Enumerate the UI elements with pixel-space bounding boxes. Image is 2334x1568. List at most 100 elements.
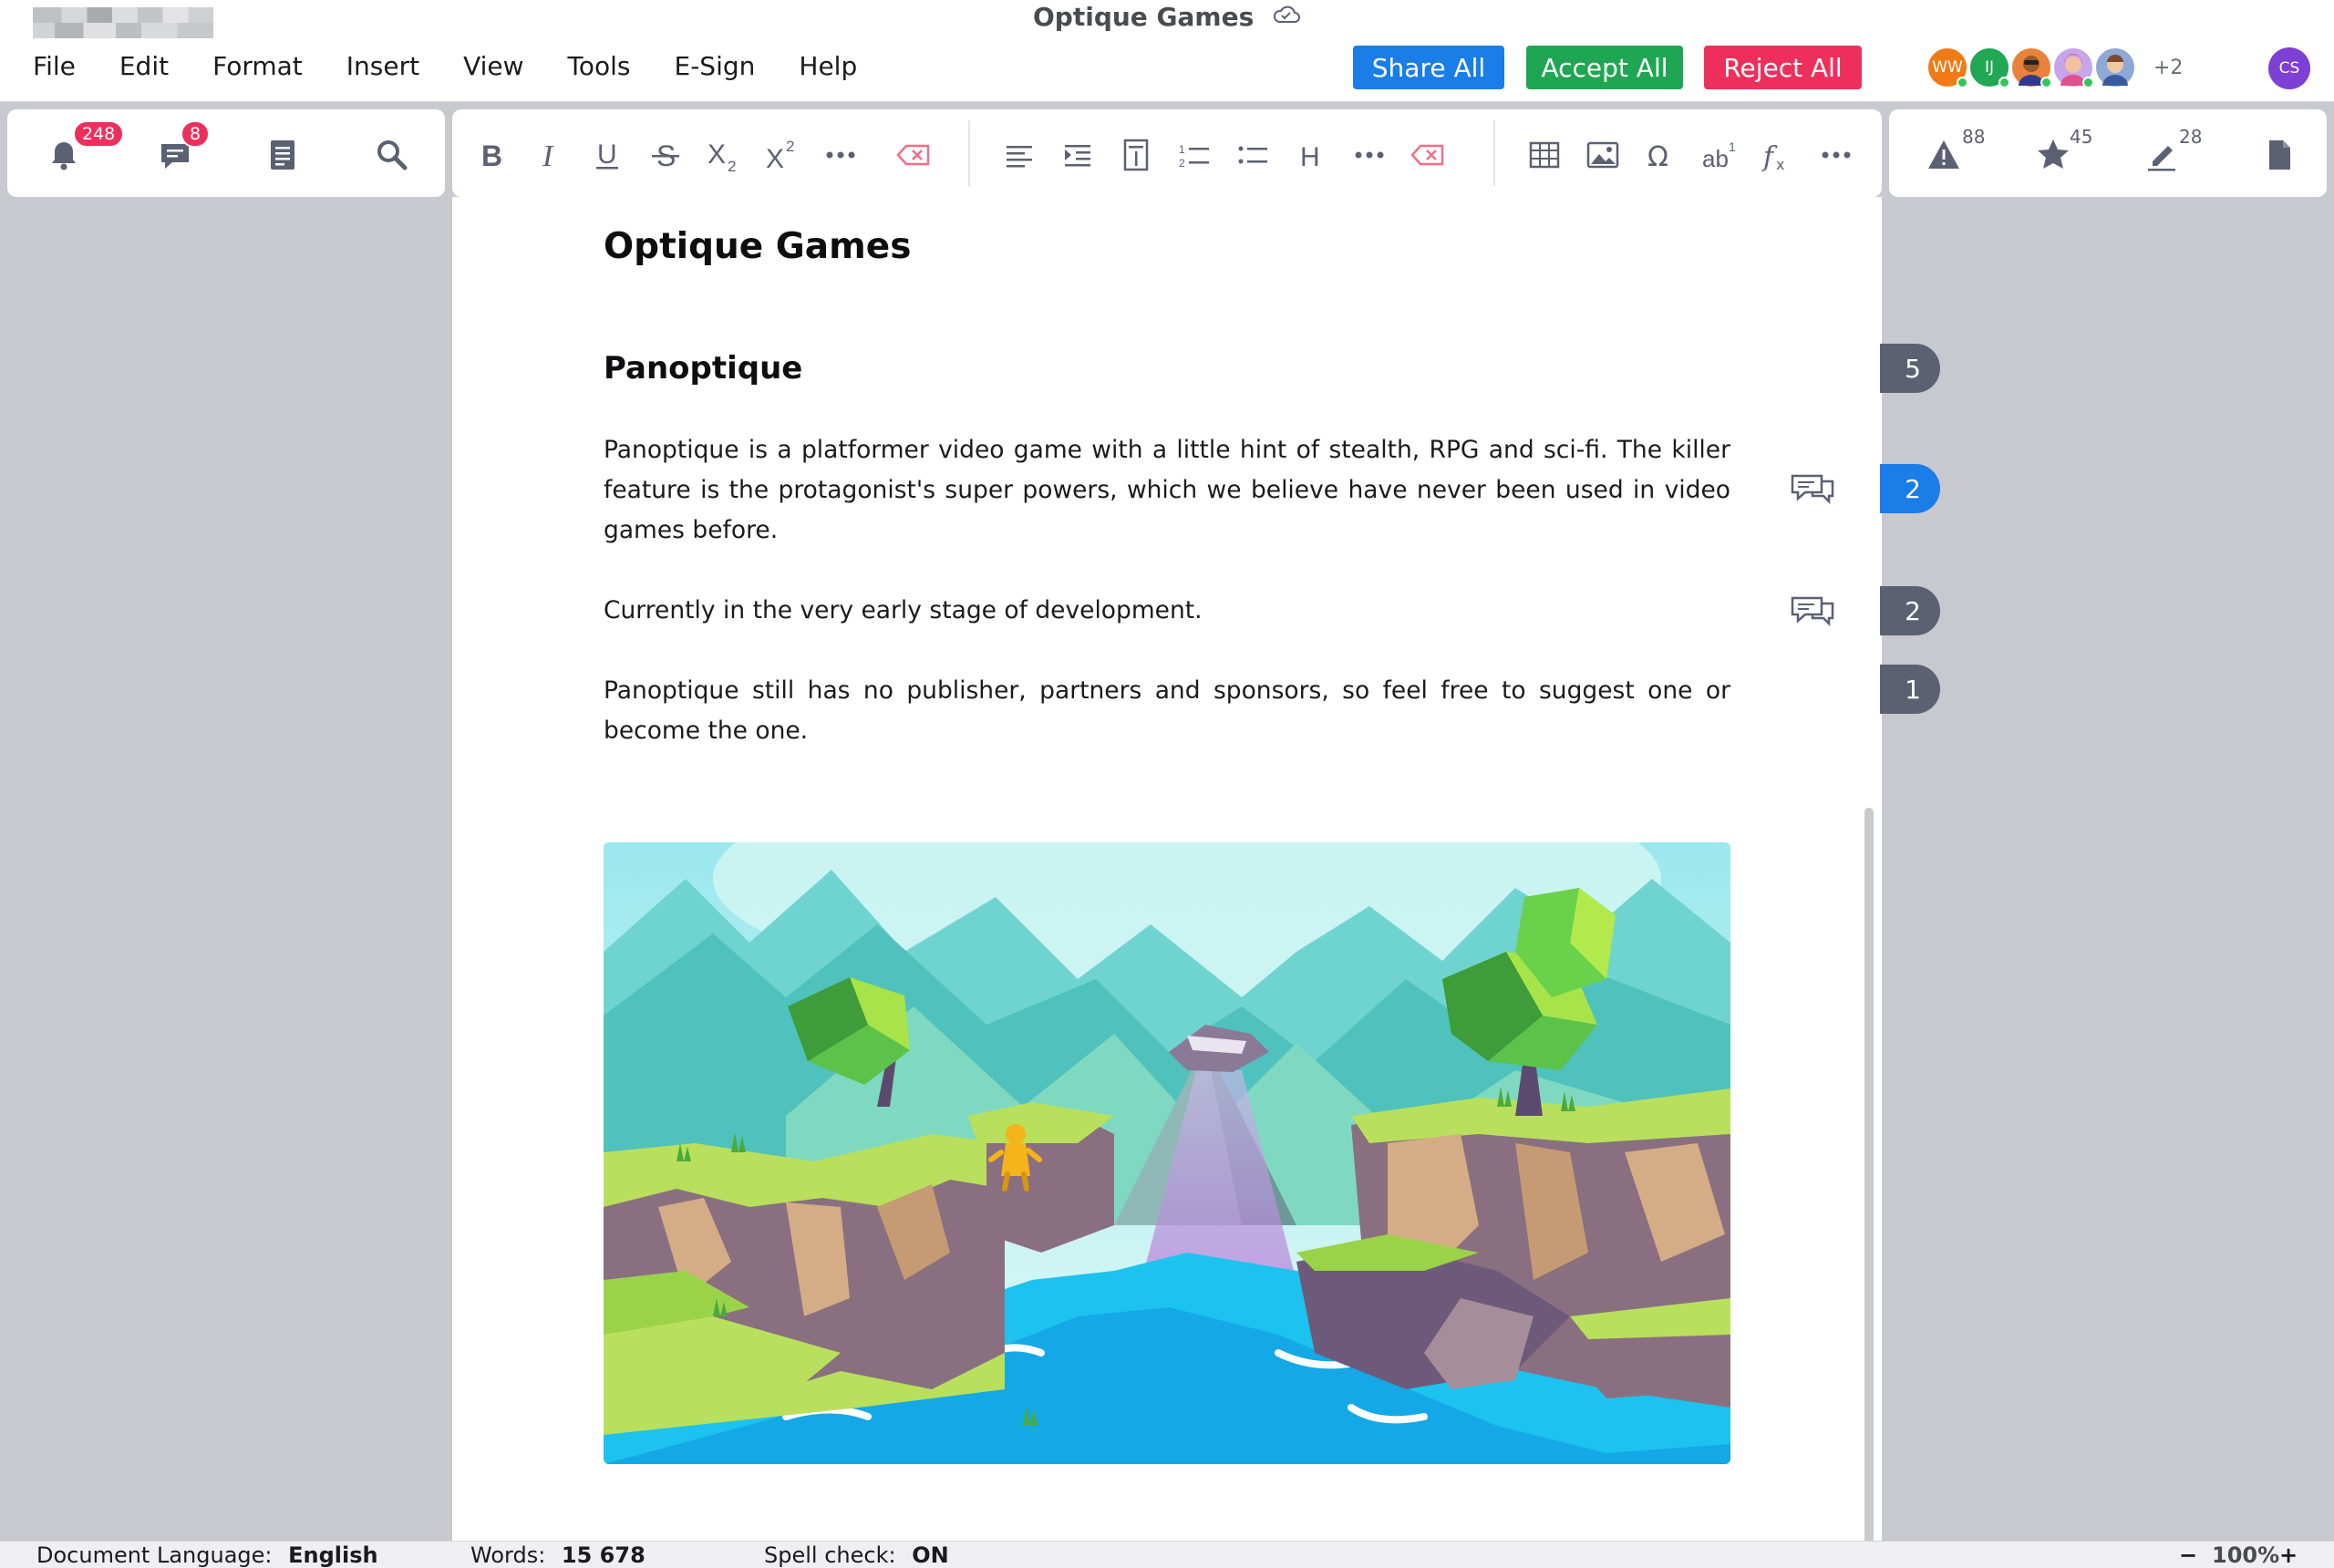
warnings-button[interactable] — [1924, 135, 1964, 175]
word-count: Words: 15 678 — [470, 1542, 645, 1568]
superscript-button[interactable]: X2 — [762, 135, 802, 175]
svg-text:B: B — [481, 139, 502, 172]
toolbar-divider — [968, 120, 970, 186]
words-value: 15 678 — [561, 1542, 645, 1568]
window-title[interactable]: Optique Games — [1033, 2, 1254, 32]
zoom-in-button[interactable]: + — [2279, 1542, 2298, 1568]
numbered-list-icon: 12 — [1179, 143, 1209, 170]
avatar[interactable] — [2093, 46, 2137, 89]
italic-icon: I — [542, 139, 554, 173]
words-label: Words: — [470, 1542, 546, 1568]
svg-text:2: 2 — [1179, 157, 1185, 170]
more-collaborators[interactable]: +2 — [2153, 57, 2183, 79]
image-icon — [1586, 141, 1619, 169]
bold-button[interactable]: B — [470, 135, 511, 175]
document-info-button[interactable] — [2259, 135, 2299, 175]
comment-count-marker[interactable]: 5 — [1880, 344, 1940, 393]
numbered-list-button[interactable]: 12 — [1174, 135, 1214, 175]
search-button[interactable] — [372, 135, 412, 175]
avatar[interactable]: WW — [1926, 46, 1969, 89]
svg-text:2: 2 — [728, 158, 736, 173]
menu-insert[interactable]: Insert — [346, 51, 419, 81]
avatar[interactable]: IJ — [1967, 46, 2011, 89]
comment-count-marker[interactable]: 1 — [1880, 665, 1940, 714]
more-horizontal-icon — [826, 151, 855, 159]
comment-count-marker[interactable]: 2 — [1880, 464, 1940, 513]
paragraph[interactable]: Currently in the very early stage of dev… — [604, 591, 1730, 631]
insert-footnote-button[interactable]: ab 1 — [1699, 135, 1740, 175]
menu-esign[interactable]: E-Sign — [675, 51, 756, 81]
subscript-button[interactable]: X2 — [704, 135, 744, 175]
menu-view[interactable]: View — [463, 51, 523, 81]
document-language[interactable]: Document Language: English — [36, 1542, 378, 1568]
clear-format-button[interactable] — [893, 135, 934, 175]
section-heading[interactable]: Panoptique — [604, 350, 802, 387]
track-changes-button[interactable] — [2143, 135, 2183, 175]
svg-text:Ω: Ω — [1647, 141, 1668, 173]
comment-count-marker[interactable]: 2 — [1880, 586, 1940, 635]
paragraph-style-button[interactable] — [1116, 135, 1156, 175]
clear-format-icon — [1410, 144, 1444, 166]
reject-all-button[interactable]: Reject All — [1704, 46, 1862, 89]
vertical-scrollbar[interactable] — [1864, 808, 1874, 1568]
online-indicator — [1998, 77, 2010, 88]
more-insert-options-button[interactable] — [1816, 135, 1856, 175]
spell-value: ON — [912, 1542, 949, 1568]
menu-file[interactable]: File — [33, 51, 76, 81]
italic-button[interactable]: I — [529, 135, 569, 175]
bold-icon: B — [481, 139, 502, 172]
footnote-icon: ab 1 — [1702, 139, 1736, 172]
superscript-icon: X2 — [766, 138, 794, 173]
underline-icon: U — [596, 139, 618, 170]
favorites-button[interactable] — [2033, 135, 2073, 175]
align-left-button[interactable] — [999, 135, 1039, 175]
document-outline-button[interactable] — [263, 135, 303, 175]
comment-thread-button[interactable] — [1789, 470, 1836, 507]
more-text-options-button[interactable] — [821, 135, 861, 175]
document-page[interactable]: Optique Games Panoptique Panoptique is a… — [452, 197, 1882, 1568]
language-label: Document Language: — [36, 1542, 273, 1568]
underline-button[interactable]: U — [587, 135, 627, 175]
insert-formula-button[interactable]: fx — [1758, 135, 1798, 175]
menu-help[interactable]: Help — [799, 51, 857, 81]
left-tool-panel: 248 8 — [7, 109, 445, 197]
avatar[interactable] — [2051, 46, 2095, 89]
more-paragraph-options-button[interactable] — [1349, 135, 1389, 175]
heading-icon: H — [1300, 142, 1320, 172]
insert-image-button[interactable] — [1583, 135, 1623, 175]
top-bar: Optique Games File Edit Format Insert Vi… — [0, 0, 2334, 102]
formula-icon: fx — [1761, 141, 1784, 173]
paragraph[interactable]: Panoptique still has no publisher, partn… — [604, 671, 1730, 751]
game-illustration[interactable] — [604, 842, 1730, 1464]
edits-count: 28 — [2179, 126, 2203, 148]
strikethrough-button[interactable]: S — [645, 135, 686, 175]
paragraph[interactable]: Panoptique is a platformer video game wi… — [604, 430, 1730, 551]
more-horizontal-icon — [1355, 151, 1384, 159]
spell-label: Spell check: — [764, 1542, 896, 1568]
zoom-out-button[interactable]: − — [2179, 1542, 2197, 1568]
clear-format-icon — [896, 144, 930, 166]
clear-paragraph-format-button[interactable] — [1408, 135, 1448, 175]
share-all-button[interactable]: Share All — [1353, 46, 1504, 89]
accept-all-button[interactable]: Accept All — [1526, 46, 1683, 89]
document-heading[interactable]: Optique Games — [604, 226, 911, 267]
menu-tools[interactable]: Tools — [568, 51, 631, 81]
menu-format[interactable]: Format — [212, 51, 303, 81]
insert-table-button[interactable] — [1524, 135, 1565, 175]
comment-thread-button[interactable] — [1789, 593, 1836, 629]
svg-text:2: 2 — [786, 138, 794, 155]
avatar[interactable] — [2009, 46, 2053, 89]
current-user-avatar[interactable]: CS — [2268, 47, 2310, 89]
spell-check[interactable]: Spell check: ON — [764, 1542, 949, 1568]
align-left-icon — [1007, 146, 1032, 168]
stars-count: 45 — [2070, 126, 2093, 148]
menu-edit[interactable]: Edit — [119, 51, 169, 81]
subscript-icon: X2 — [707, 139, 736, 173]
heading-button[interactable]: H — [1291, 135, 1331, 175]
zoom-level[interactable]: 100% — [2212, 1542, 2279, 1568]
comments-icon — [1791, 596, 1834, 627]
insert-symbol-button[interactable]: Ω — [1641, 135, 1681, 175]
bullet-list-button[interactable] — [1233, 135, 1273, 175]
avatar-initials: IJ — [1984, 58, 1995, 77]
indent-button[interactable] — [1058, 135, 1098, 175]
